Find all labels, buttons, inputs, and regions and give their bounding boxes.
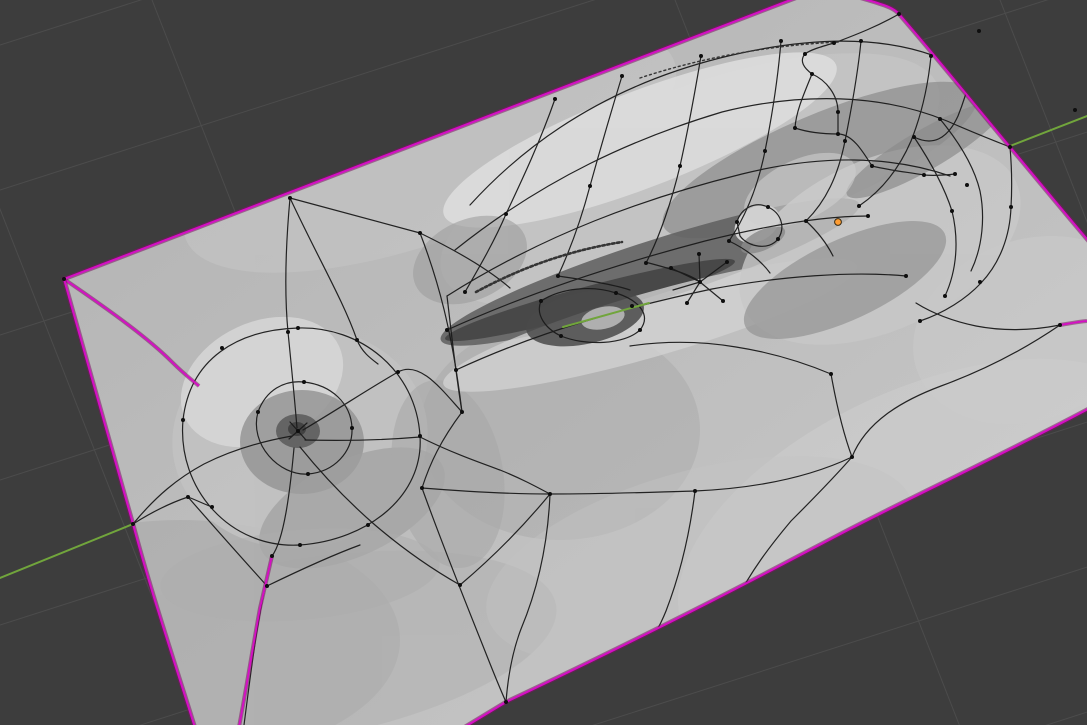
mesh-vertex[interactable] xyxy=(460,410,464,414)
mesh-vertex[interactable] xyxy=(836,110,840,114)
mesh-vertex[interactable] xyxy=(725,260,729,264)
mesh-vertex[interactable] xyxy=(721,299,725,303)
mesh-vertex[interactable] xyxy=(638,328,642,332)
mesh-vertex[interactable] xyxy=(978,280,982,284)
active-vertex[interactable] xyxy=(834,218,842,226)
mesh-vertex[interactable] xyxy=(850,455,854,459)
mesh-vertex[interactable] xyxy=(776,237,780,241)
mesh-vertex[interactable] xyxy=(929,54,933,58)
mesh-vertex[interactable] xyxy=(1008,145,1012,149)
mesh-vertex[interactable] xyxy=(539,299,543,303)
mesh-vertex[interactable] xyxy=(843,139,847,143)
mesh-vertex[interactable] xyxy=(1058,323,1062,327)
mesh-vertex[interactable] xyxy=(286,330,290,334)
mesh-vertex[interactable] xyxy=(350,426,354,430)
mesh-vertex[interactable] xyxy=(1073,108,1077,112)
mesh-vertex[interactable] xyxy=(836,132,840,136)
mesh-vertex[interactable] xyxy=(727,239,731,243)
mesh-vertex[interactable] xyxy=(418,434,422,438)
mesh-vertex[interactable] xyxy=(766,205,770,209)
mesh-vertex[interactable] xyxy=(943,294,947,298)
mesh-vertex[interactable] xyxy=(181,418,185,422)
mesh-vertex[interactable] xyxy=(296,429,300,433)
mesh-vertex[interactable] xyxy=(922,173,926,177)
mesh-vertex[interactable] xyxy=(366,523,370,527)
mesh-vertex[interactable] xyxy=(953,172,957,176)
mesh-vertex[interactable] xyxy=(699,54,703,58)
mesh-vertex[interactable] xyxy=(965,183,969,187)
mesh-vertex[interactable] xyxy=(186,495,190,499)
mesh-vertex[interactable] xyxy=(548,492,552,496)
mesh-vertex[interactable] xyxy=(265,584,269,588)
mesh-vertex[interactable] xyxy=(302,380,306,384)
mesh-vertex[interactable] xyxy=(735,220,739,224)
mesh-vertex[interactable] xyxy=(62,277,66,281)
mesh-vertex[interactable] xyxy=(420,486,424,490)
mesh-vertex[interactable] xyxy=(644,261,648,265)
mesh-vertex[interactable] xyxy=(296,326,300,330)
mesh-vertex[interactable] xyxy=(829,372,833,376)
mesh-vertex[interactable] xyxy=(832,41,836,45)
mesh-vertex[interactable] xyxy=(763,149,767,153)
mesh-vertex[interactable] xyxy=(210,505,214,509)
mesh-vertex[interactable] xyxy=(1009,205,1013,209)
mesh-vertex[interactable] xyxy=(857,204,861,208)
mesh-vertex[interactable] xyxy=(445,328,449,332)
mesh-vertex[interactable] xyxy=(870,164,874,168)
mesh-vertex[interactable] xyxy=(693,489,697,493)
mesh-vertex[interactable] xyxy=(614,291,618,295)
mesh-vertex[interactable] xyxy=(669,266,673,270)
mesh-vertex[interactable] xyxy=(588,184,592,188)
mesh-vertex[interactable] xyxy=(904,274,908,278)
mesh-vertex[interactable] xyxy=(630,304,634,308)
mesh-vertex[interactable] xyxy=(454,368,458,372)
mesh-vertex[interactable] xyxy=(810,72,814,76)
mesh-vertex[interactable] xyxy=(418,231,422,235)
mesh-vertex[interactable] xyxy=(897,12,901,16)
mesh-vertex[interactable] xyxy=(220,346,224,350)
viewport-3d[interactable] xyxy=(0,0,1087,725)
mesh-vertex[interactable] xyxy=(463,290,467,294)
mesh-vertex[interactable] xyxy=(678,164,682,168)
mesh-vertex[interactable] xyxy=(131,522,135,526)
mesh-vertex[interactable] xyxy=(918,319,922,323)
mesh-vertex[interactable] xyxy=(306,472,310,476)
mesh-vertex[interactable] xyxy=(859,39,863,43)
mesh-vertex[interactable] xyxy=(804,219,808,223)
mesh-vertex[interactable] xyxy=(298,543,302,547)
mesh-vertex[interactable] xyxy=(977,29,981,33)
mesh-vertex[interactable] xyxy=(938,117,942,121)
mesh-vertex[interactable] xyxy=(556,274,560,278)
mesh-vertex[interactable] xyxy=(866,214,870,218)
mesh-vertex[interactable] xyxy=(698,280,702,284)
scene-canvas[interactable] xyxy=(0,0,1087,725)
mesh-vertex[interactable] xyxy=(793,126,797,130)
mesh-vertex[interactable] xyxy=(779,39,783,43)
mesh-vertex[interactable] xyxy=(803,52,807,56)
mesh-vertex[interactable] xyxy=(620,74,624,78)
mesh-vertex[interactable] xyxy=(950,209,954,213)
mesh-vertex[interactable] xyxy=(912,135,916,139)
mesh-vertex[interactable] xyxy=(559,334,563,338)
mesh-vertex[interactable] xyxy=(458,583,462,587)
mesh-vertex[interactable] xyxy=(685,301,689,305)
mesh-vertex[interactable] xyxy=(697,252,701,256)
mesh-vertex[interactable] xyxy=(504,700,508,704)
mesh-vertex[interactable] xyxy=(355,338,359,342)
mesh-vertex[interactable] xyxy=(288,196,292,200)
mesh-vertex[interactable] xyxy=(270,554,274,558)
mesh-vertex[interactable] xyxy=(504,212,508,216)
mesh-vertex[interactable] xyxy=(553,97,557,101)
mesh-vertex[interactable] xyxy=(396,370,400,374)
mesh-vertex[interactable] xyxy=(256,410,260,414)
